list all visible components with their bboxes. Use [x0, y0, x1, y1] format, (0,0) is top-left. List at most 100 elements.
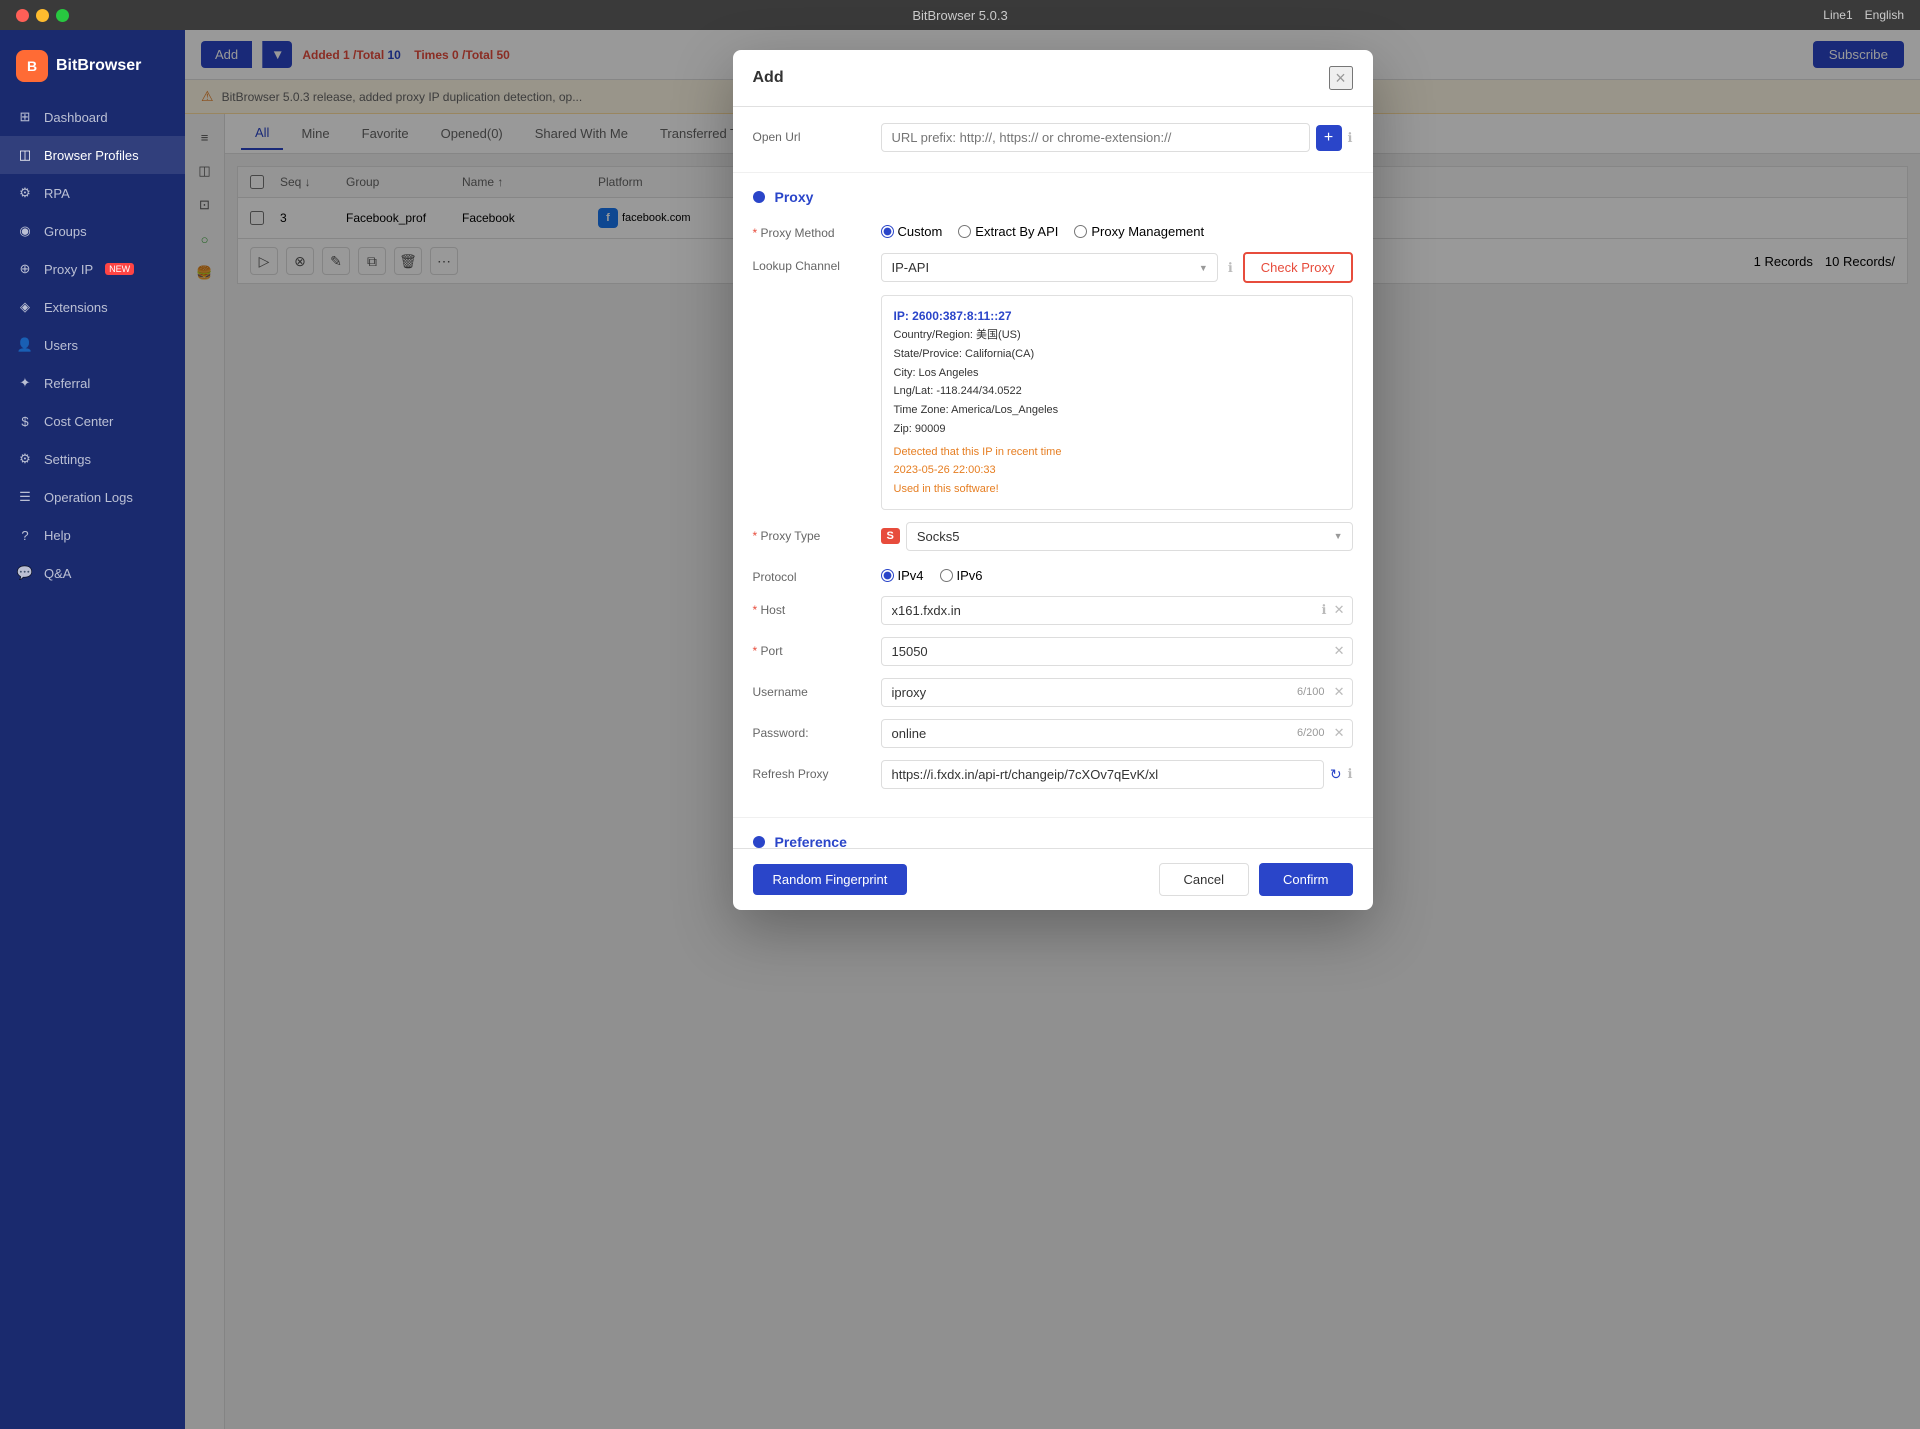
- proxy-section-title: Proxy: [775, 189, 814, 205]
- port-control: ✕: [881, 637, 1353, 666]
- protocol-control: IPv4 IPv6: [881, 563, 1353, 583]
- groups-icon: ◉: [16, 222, 34, 240]
- sidebar-item-label: Groups: [44, 224, 87, 239]
- help-icon: ?: [16, 526, 34, 544]
- sidebar-item-operation-logs[interactable]: ☰ Operation Logs: [0, 478, 185, 516]
- proxy-type-row: Proxy Type S Socks5: [753, 522, 1353, 551]
- confirm-button[interactable]: Confirm: [1259, 863, 1353, 896]
- protocol-ipv6-input[interactable]: [940, 569, 953, 582]
- username-input[interactable]: [881, 678, 1353, 707]
- protocol-radio-group: IPv4 IPv6: [881, 563, 1353, 583]
- proxy-method-management-input[interactable]: [1074, 225, 1087, 238]
- url-input-row: + ℹ: [881, 123, 1353, 152]
- proxy-method-custom[interactable]: Custom: [881, 224, 943, 239]
- protocol-ipv4-label: IPv4: [898, 568, 924, 583]
- proxy-section-dot: [753, 191, 765, 203]
- open-url-input[interactable]: [881, 123, 1310, 152]
- lookup-channel-select[interactable]: IP-API: [881, 253, 1218, 282]
- sidebar-logo: B BitBrowser: [0, 42, 185, 98]
- language-selector[interactable]: English: [1865, 8, 1904, 22]
- url-info-icon[interactable]: ℹ: [1348, 130, 1353, 146]
- host-clear-icon[interactable]: ✕: [1334, 602, 1345, 618]
- proxy-info-lnglat: Lng/Lat: -118.244/34.0522: [894, 382, 1340, 401]
- host-row: Host ✕ ℹ: [753, 596, 1353, 625]
- username-row: Username 6/100 ✕: [753, 678, 1353, 707]
- port-clear-icon[interactable]: ✕: [1334, 643, 1345, 659]
- proxy-method-management-label: Proxy Management: [1091, 224, 1204, 239]
- proxy-method-radio-group: Custom Extract By API Proxy Management: [881, 219, 1353, 239]
- host-input-wrapper: ✕ ℹ: [881, 596, 1353, 625]
- proxy-type-control: S Socks5: [881, 522, 1353, 551]
- cancel-button[interactable]: Cancel: [1159, 863, 1249, 896]
- modal-close-button[interactable]: ×: [1329, 66, 1353, 90]
- sidebar-item-browser-profiles[interactable]: ◫ Browser Profiles: [0, 136, 185, 174]
- open-url-section: Open Url + ℹ: [733, 107, 1373, 172]
- proxy-type-select-wrapper: S Socks5: [881, 522, 1353, 551]
- window-controls[interactable]: [16, 9, 69, 22]
- sidebar-item-label: Cost Center: [44, 414, 113, 429]
- sidebar-item-extensions[interactable]: ◈ Extensions: [0, 288, 185, 326]
- rpa-icon: ⚙: [16, 184, 34, 202]
- proxy-ip-icon: ⊕: [16, 260, 34, 278]
- proxy-method-extract[interactable]: Extract By API: [958, 224, 1058, 239]
- proxy-type-label: Proxy Type: [753, 522, 873, 543]
- sidebar-item-proxy-ip[interactable]: ⊕ Proxy IP NEW: [0, 250, 185, 288]
- proxy-method-management[interactable]: Proxy Management: [1074, 224, 1204, 239]
- sidebar-item-label: Operation Logs: [44, 490, 133, 505]
- maximize-window-dot[interactable]: [56, 9, 69, 22]
- proxy-warning-date: 2023-05-26 22:00:33: [894, 461, 1340, 480]
- main-content: Add ▼ Added 1 /Total 10 Times 0 /Total 5…: [185, 30, 1920, 1429]
- minimize-window-dot[interactable]: [36, 9, 49, 22]
- logo-text: BitBrowser: [56, 57, 141, 75]
- sidebar-item-label: Settings: [44, 452, 91, 467]
- refresh-icon[interactable]: ↻: [1330, 766, 1342, 783]
- protocol-ipv4-input[interactable]: [881, 569, 894, 582]
- sidebar-item-rpa[interactable]: ⚙ RPA: [0, 174, 185, 212]
- protocol-row: Protocol IPv4 IPv6: [753, 563, 1353, 584]
- proxy-type-select[interactable]: Socks5: [906, 522, 1353, 551]
- sidebar-item-groups[interactable]: ◉ Groups: [0, 212, 185, 250]
- proxy-method-custom-input[interactable]: [881, 225, 894, 238]
- lookup-channel-info-icon[interactable]: ℹ: [1228, 260, 1233, 276]
- sidebar-item-dashboard[interactable]: ⊞ Dashboard: [0, 98, 185, 136]
- host-info-icon[interactable]: ℹ: [1322, 602, 1327, 618]
- refresh-proxy-row: Refresh Proxy ↻ ℹ: [753, 760, 1353, 789]
- refresh-proxy-input[interactable]: [881, 760, 1324, 789]
- modal-title: Add: [753, 69, 784, 87]
- sidebar-item-label: Dashboard: [44, 110, 108, 125]
- extensions-icon: ◈: [16, 298, 34, 316]
- password-count: 6/200: [1297, 727, 1325, 739]
- sidebar-item-label: Browser Profiles: [44, 148, 139, 163]
- proxy-warning-text: Detected that this IP in recent time: [894, 443, 1340, 462]
- check-proxy-button[interactable]: Check Proxy: [1243, 252, 1353, 283]
- sidebar-item-label: Proxy IP: [44, 262, 93, 277]
- password-clear-icon[interactable]: ✕: [1334, 725, 1345, 741]
- referral-icon: ✦: [16, 374, 34, 392]
- host-input[interactable]: [881, 596, 1353, 625]
- port-input[interactable]: [881, 637, 1353, 666]
- proxy-info-panel: IP: 2600:387:8:11::27 Country/Region: 美国…: [881, 295, 1353, 510]
- url-add-button[interactable]: +: [1316, 125, 1342, 151]
- proxy-info-zip: Zip: 90009: [894, 420, 1340, 439]
- sidebar-item-label: Help: [44, 528, 71, 543]
- sidebar-item-settings[interactable]: ⚙ Settings: [0, 440, 185, 478]
- sidebar-item-users[interactable]: 👤 Users: [0, 326, 185, 364]
- password-input[interactable]: [881, 719, 1353, 748]
- refresh-info-icon[interactable]: ℹ: [1348, 766, 1353, 782]
- random-fingerprint-button[interactable]: Random Fingerprint: [753, 864, 908, 895]
- refresh-proxy-label: Refresh Proxy: [753, 760, 873, 781]
- username-input-wrapper: 6/100 ✕: [881, 678, 1353, 707]
- protocol-ipv4[interactable]: IPv4: [881, 568, 924, 583]
- sidebar-item-cost-center[interactable]: $ Cost Center: [0, 402, 185, 440]
- protocol-ipv6[interactable]: IPv6: [940, 568, 983, 583]
- sidebar-item-referral[interactable]: ✦ Referral: [0, 364, 185, 402]
- close-window-dot[interactable]: [16, 9, 29, 22]
- proxy-method-label: Proxy Method: [753, 219, 873, 240]
- operation-logs-icon: ☰: [16, 488, 34, 506]
- sidebar-item-help[interactable]: ? Help: [0, 516, 185, 554]
- titlebar: BitBrowser 5.0.3 Line1 English: [0, 0, 1920, 30]
- open-url-row: Open Url + ℹ: [753, 123, 1353, 152]
- sidebar-item-qa[interactable]: 💬 Q&A: [0, 554, 185, 592]
- username-clear-icon[interactable]: ✕: [1334, 684, 1345, 700]
- proxy-method-extract-input[interactable]: [958, 225, 971, 238]
